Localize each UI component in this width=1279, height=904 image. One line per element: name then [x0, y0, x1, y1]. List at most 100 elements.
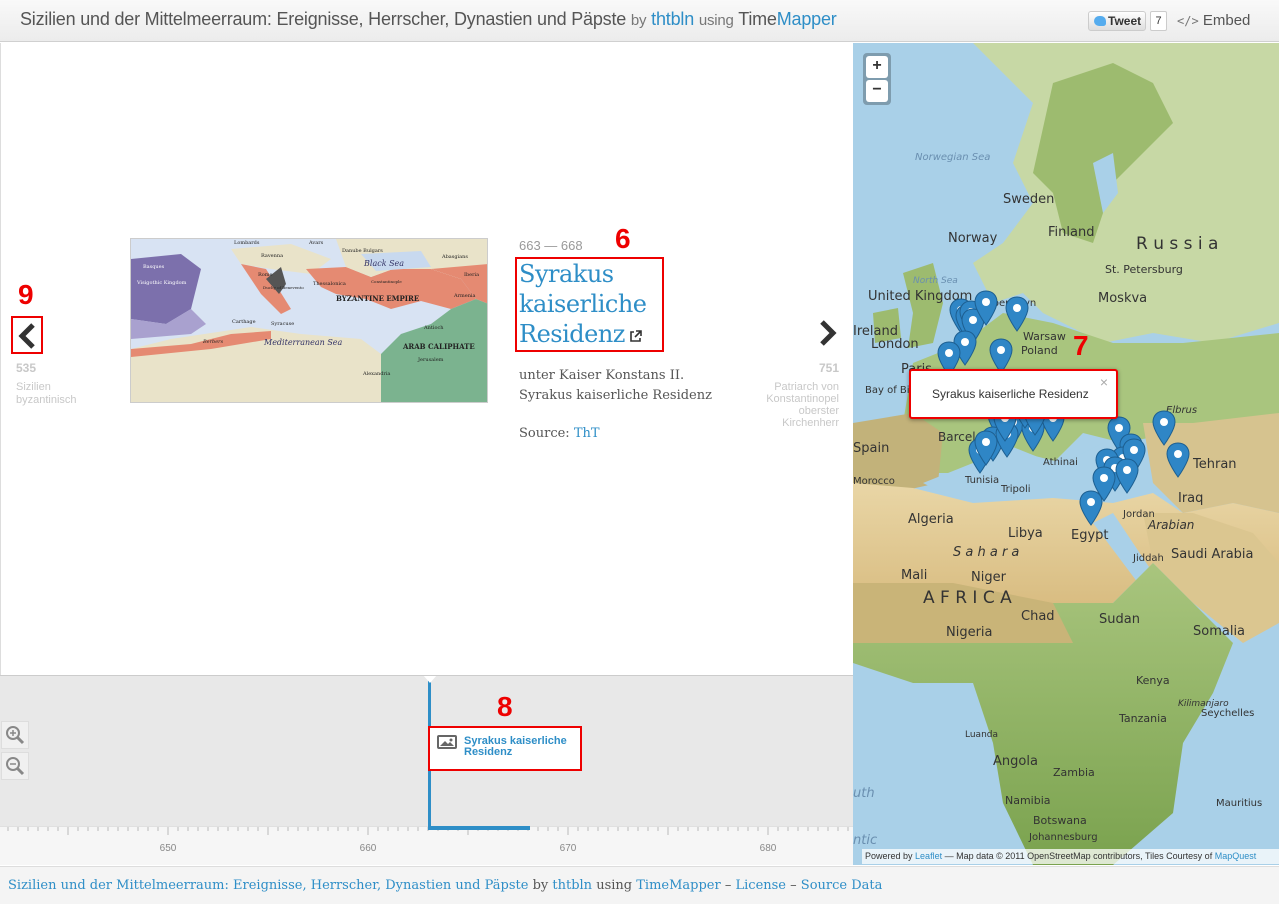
map-popup-text: Syrakus kaiserliche Residenz: [932, 387, 1089, 401]
footer-using: using: [596, 878, 633, 893]
slide-headline-link[interactable]: Syrakus kaiserliche Residenz: [519, 259, 664, 349]
page-title: Sizilien und der Mittelmeerraum: Ereigni…: [20, 9, 837, 30]
map-label-arab: ARAB CALIPHATE: [402, 342, 475, 351]
map-label-chad: Chad: [1021, 609, 1055, 624]
map-label-rome: Rome: [258, 272, 273, 278]
zoom-out-icon: [6, 757, 25, 776]
embed-button[interactable]: </> Embed: [1177, 12, 1250, 29]
map-label-egypt: Egypt: [1071, 528, 1109, 543]
previous-slide-date[interactable]: 535: [16, 361, 36, 375]
map-label-north-sea: North Sea: [913, 276, 958, 286]
map-label-constantinople: Constantinople: [371, 279, 402, 284]
historical-map-image: Black Sea Mediterranean Sea BYZANTINE EM…: [131, 239, 487, 402]
timemapper-logo[interactable]: TimeMapper: [738, 9, 837, 29]
map-label-finland: Finland: [1048, 225, 1094, 240]
map-label-mediterranean: Mediterranean Sea: [263, 338, 343, 347]
leaflet-link[interactable]: Leaflet: [915, 851, 942, 861]
map-label-armenia: Armenia: [453, 293, 476, 299]
code-icon: </>: [1177, 14, 1199, 28]
using-text: using: [698, 12, 734, 29]
twitter-bird-icon: [1094, 16, 1106, 26]
map-label-lombards: Lombards: [234, 240, 260, 246]
next-slide-button[interactable]: [816, 320, 842, 350]
map-label-saudi-arabia: Saudi Arabia: [1171, 547, 1254, 562]
map-label-carthage: Carthage: [232, 319, 256, 325]
footer-author-link[interactable]: thtbln: [552, 878, 592, 893]
slide-panel: 9 535 Sizilien byzantinisch Black Sea Me…: [0, 43, 853, 675]
map-label-luanda: Luanda: [965, 730, 998, 740]
map-label-moskva: Moskva: [1098, 291, 1147, 306]
footer-title-link[interactable]: Sizilien und der Mittelmeerraum: Ereigni…: [8, 878, 528, 893]
tick-label-680: 680: [759, 843, 777, 854]
map-label-spain: Spain: [853, 441, 889, 456]
annotation-6: 6: [615, 223, 631, 254]
map-label-russia: R u s s i a: [1136, 234, 1218, 254]
map-zoom-out-button[interactable]: −: [866, 80, 888, 102]
map-popup-close-button[interactable]: ×: [1100, 374, 1108, 390]
footer: Sizilien und der Mittelmeerraum: Ereigni…: [0, 866, 1279, 904]
map-label-sweden: Sweden: [1003, 192, 1054, 207]
map-label-morocco: Morocco: [853, 476, 895, 487]
map-label-tripoli: Tripoli: [1000, 484, 1031, 495]
map-label-arabian: Arabian: [1147, 518, 1194, 532]
footer-source-data-link[interactable]: Source Data: [801, 878, 883, 893]
timeline[interactable]: 8 Syrakus kaiserliche Residenz 650 660 6…: [0, 675, 853, 865]
map-label-somalia: Somalia: [1193, 624, 1245, 639]
map-label-south-fragment: uth: [853, 786, 875, 801]
map-label-africa: A F R I C A: [923, 588, 1012, 608]
footer-separator-1: –: [724, 878, 732, 893]
author-link[interactable]: thtbln: [651, 9, 694, 29]
chevron-left-icon: [18, 323, 35, 349]
map-label-seychelles: Seychelles: [1201, 708, 1254, 719]
previous-slide-button[interactable]: [11, 316, 43, 354]
map-label-botswana: Botswana: [1033, 814, 1087, 827]
mapquest-link[interactable]: MapQuest: [1215, 851, 1257, 861]
attribution-powered: Powered by: [865, 851, 913, 861]
source-link[interactable]: ThT: [574, 426, 600, 441]
map-label-niger: Niger: [971, 570, 1007, 585]
map-label-libya: Libya: [1008, 526, 1043, 541]
tweet-count: 7: [1150, 11, 1167, 31]
tweet-button[interactable]: Tweet: [1088, 11, 1146, 31]
footer-timemapper-link[interactable]: TimeMapper: [636, 878, 720, 893]
top-bar: Sizilien und der Mittelmeerraum: Ereigni…: [0, 0, 1279, 42]
map-label-sahara: S a h a r a: [953, 545, 1019, 560]
tick-label-670: 670: [559, 843, 577, 854]
timeline-event-label: Syrakus kaiserliche Residenz: [464, 735, 567, 758]
map-label-warsaw: Warsaw: [1023, 330, 1066, 343]
map-popup: Syrakus kaiserliche Residenz ×: [909, 369, 1118, 419]
timeline-event-flag[interactable]: Syrakus kaiserliche Residenz: [428, 726, 582, 771]
timeline-zoom-out-button[interactable]: [1, 752, 29, 780]
map-label-mali: Mali: [901, 568, 927, 583]
headline-line-2: kaiserliche: [519, 290, 647, 318]
annotation-7: 7: [1073, 330, 1089, 361]
logo-part-time: Time: [738, 9, 777, 29]
next-slide-title[interactable]: Patriarch von Konstantinopel oberster Ki…: [759, 381, 839, 429]
map-label-berbers: Berbers: [202, 339, 224, 345]
description-line-1: unter Kaiser Konstans II.: [519, 368, 685, 383]
story-title: Sizilien und der Mittelmeerraum: Ereigni…: [20, 9, 627, 29]
map-zoom-in-button[interactable]: +: [866, 56, 888, 78]
map-label-antioch: Antioch: [423, 325, 444, 331]
map-zoom-control: + −: [863, 53, 891, 105]
map-label-tanzania: Tanzania: [1118, 712, 1167, 725]
external-link-icon: [630, 330, 642, 342]
by-text: by: [630, 12, 647, 29]
next-slide-date[interactable]: 751: [819, 361, 839, 375]
map-label-avars: Avars: [308, 240, 324, 246]
map-label-ravenna: Ravenna: [261, 253, 283, 259]
tweet-label: Tweet: [1108, 14, 1142, 28]
map-label-london: London: [871, 337, 919, 352]
map-label-atlantic-fragment: ntic: [853, 833, 877, 848]
footer-license-link[interactable]: License: [736, 878, 787, 893]
timeline-axis: [0, 826, 853, 865]
slide-media-image: Black Sea Mediterranean Sea BYZANTINE EM…: [130, 238, 488, 403]
timeline-zoom-in-button[interactable]: [1, 721, 29, 749]
map-label-byzantine: BYZANTINE EMPIRE: [336, 294, 419, 303]
timeline-pointer: [423, 676, 437, 683]
attribution-text: — Map data © 2011 OpenStreetMap contribu…: [944, 851, 1213, 861]
map-label-jiddah: Jiddah: [1132, 553, 1164, 564]
map-view[interactable]: Norwegian Sea Sweden Finland Norway R u …: [853, 43, 1279, 865]
previous-slide-title[interactable]: Sizilien byzantinisch: [16, 381, 96, 407]
map-label-mauritius: Mauritius: [1216, 798, 1262, 809]
